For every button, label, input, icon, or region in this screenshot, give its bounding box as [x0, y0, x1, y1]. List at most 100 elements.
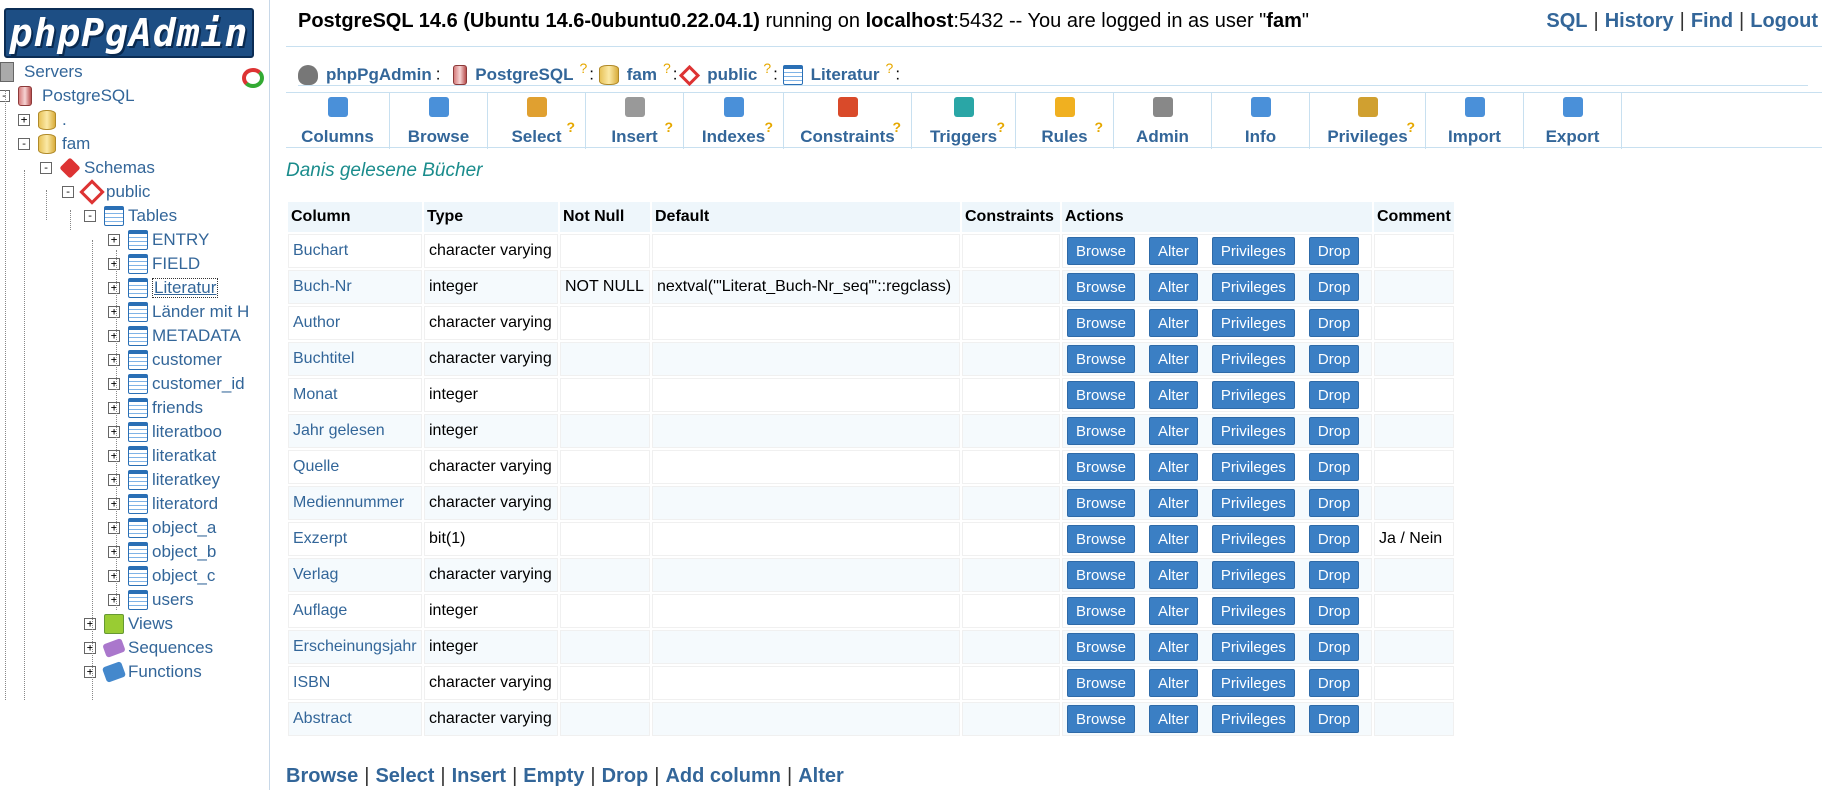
bottom-link-empty[interactable]: Empty — [523, 765, 584, 787]
alter-button[interactable]: Alter — [1149, 453, 1198, 481]
column-name-link[interactable]: Author — [288, 306, 422, 340]
browse-button[interactable]: Browse — [1067, 705, 1136, 733]
browse-button[interactable]: Browse — [1067, 273, 1136, 301]
expand-icon[interactable]: + — [108, 450, 120, 462]
breadcrumb-app[interactable]: phpPgAdmin — [298, 57, 432, 93]
alter-button[interactable]: Alter — [1149, 597, 1198, 625]
column-name-link[interactable]: Monat — [288, 378, 422, 412]
drop-button[interactable]: Drop — [1308, 273, 1360, 301]
alter-button[interactable]: Alter — [1149, 237, 1198, 265]
collapse-icon[interactable]: - — [84, 210, 96, 222]
bottom-link-drop[interactable]: Drop — [602, 765, 649, 787]
logout-link[interactable]: Logout — [1750, 10, 1818, 32]
alter-button[interactable]: Alter — [1149, 381, 1198, 409]
privileges-button[interactable]: Privileges — [1211, 273, 1295, 301]
alter-button[interactable]: Alter — [1149, 633, 1198, 661]
drop-button[interactable]: Drop — [1308, 417, 1360, 445]
help-icon[interactable]: ? — [886, 60, 894, 76]
bottom-link-browse[interactable]: Browse — [286, 765, 358, 787]
expand-icon[interactable]: + — [108, 594, 120, 606]
column-name-link[interactable]: Quelle — [288, 450, 422, 484]
tab-privileges[interactable]: Privileges? — [1310, 93, 1426, 149]
privileges-button[interactable]: Privileges — [1211, 417, 1295, 445]
drop-button[interactable]: Drop — [1308, 597, 1360, 625]
bottom-link-insert[interactable]: Insert — [452, 765, 506, 787]
drop-button[interactable]: Drop — [1308, 705, 1360, 733]
privileges-button[interactable]: Privileges — [1211, 669, 1295, 697]
column-name-link[interactable]: ISBN — [288, 666, 422, 700]
privileges-button[interactable]: Privileges — [1211, 561, 1295, 589]
bottom-link-alter[interactable]: Alter — [798, 765, 844, 787]
drop-button[interactable]: Drop — [1308, 309, 1360, 337]
browse-button[interactable]: Browse — [1067, 561, 1136, 589]
alter-button[interactable]: Alter — [1149, 417, 1198, 445]
browse-button[interactable]: Browse — [1067, 489, 1136, 517]
browse-button[interactable]: Browse — [1067, 453, 1136, 481]
tab-rules[interactable]: Rules? — [1016, 93, 1114, 149]
expand-icon[interactable]: + — [108, 498, 120, 510]
tree-functions[interactable]: + Functions — [0, 658, 269, 686]
privileges-button[interactable]: Privileges — [1211, 381, 1295, 409]
column-name-link[interactable]: Verlag — [288, 558, 422, 592]
drop-button[interactable]: Drop — [1308, 381, 1360, 409]
alter-button[interactable]: Alter — [1149, 345, 1198, 373]
tab-export[interactable]: Export — [1524, 93, 1622, 149]
breadcrumb-table[interactable]: Literatur — [782, 57, 880, 93]
tab-indexes[interactable]: Indexes? — [684, 93, 784, 149]
tab-import[interactable]: Import — [1426, 93, 1524, 149]
privileges-button[interactable]: Privileges — [1211, 633, 1295, 661]
help-icon[interactable]: ? — [664, 119, 673, 135]
sql-link[interactable]: SQL — [1546, 10, 1587, 32]
privileges-button[interactable]: Privileges — [1211, 345, 1295, 373]
browse-button[interactable]: Browse — [1067, 381, 1136, 409]
browse-button[interactable]: Browse — [1067, 345, 1136, 373]
browse-button[interactable]: Browse — [1067, 309, 1136, 337]
privileges-button[interactable]: Privileges — [1211, 453, 1295, 481]
column-name-link[interactable]: Buchtitel — [288, 342, 422, 376]
expand-icon[interactable]: + — [108, 258, 120, 270]
breadcrumb-server[interactable]: PostgreSQL — [453, 57, 573, 93]
bottom-link-add-column[interactable]: Add column — [665, 765, 781, 787]
help-icon[interactable]: ? — [763, 60, 771, 76]
tab-columns[interactable]: Columns — [286, 93, 390, 149]
privileges-button[interactable]: Privileges — [1211, 525, 1295, 553]
privileges-button[interactable]: Privileges — [1211, 597, 1295, 625]
browse-button[interactable]: Browse — [1067, 525, 1136, 553]
drop-button[interactable]: Drop — [1308, 669, 1360, 697]
collapse-icon[interactable]: - — [62, 186, 74, 198]
drop-button[interactable]: Drop — [1308, 525, 1360, 553]
tab-info[interactable]: Info — [1212, 93, 1310, 149]
tab-select[interactable]: Select? — [488, 93, 586, 149]
tab-admin[interactable]: Admin — [1114, 93, 1212, 149]
column-name-link[interactable]: Mediennummer — [288, 486, 422, 520]
expand-icon[interactable]: + — [108, 522, 120, 534]
tab-triggers[interactable]: Triggers? — [912, 93, 1016, 149]
column-name-link[interactable]: Jahr gelesen — [288, 414, 422, 448]
browse-button[interactable]: Browse — [1067, 417, 1136, 445]
drop-button[interactable]: Drop — [1308, 345, 1360, 373]
alter-button[interactable]: Alter — [1149, 525, 1198, 553]
tab-browse[interactable]: Browse — [390, 93, 488, 149]
alter-button[interactable]: Alter — [1149, 273, 1198, 301]
expand-icon[interactable]: + — [108, 282, 120, 294]
breadcrumb-schema[interactable]: public — [679, 57, 757, 93]
browse-button[interactable]: Browse — [1067, 669, 1136, 697]
expand-icon[interactable]: + — [108, 378, 120, 390]
expand-icon[interactable]: + — [84, 618, 96, 630]
help-icon[interactable]: ? — [996, 119, 1005, 135]
help-icon[interactable]: ? — [579, 60, 587, 76]
help-icon[interactable]: ? — [1094, 119, 1103, 135]
drop-button[interactable]: Drop — [1308, 453, 1360, 481]
expand-icon[interactable]: + — [108, 546, 120, 558]
browse-button[interactable]: Browse — [1067, 597, 1136, 625]
column-name-link[interactable]: Buch-Nr — [288, 270, 422, 304]
column-name-link[interactable]: Exzerpt — [288, 522, 422, 556]
alter-button[interactable]: Alter — [1149, 309, 1198, 337]
privileges-button[interactable]: Privileges — [1211, 489, 1295, 517]
drop-button[interactable]: Drop — [1308, 237, 1360, 265]
refresh-icon[interactable] — [242, 68, 264, 88]
column-name-link[interactable]: Buchart — [288, 234, 422, 268]
drop-button[interactable]: Drop — [1308, 489, 1360, 517]
help-icon[interactable]: ? — [1406, 119, 1415, 135]
expand-icon[interactable]: + — [108, 402, 120, 414]
